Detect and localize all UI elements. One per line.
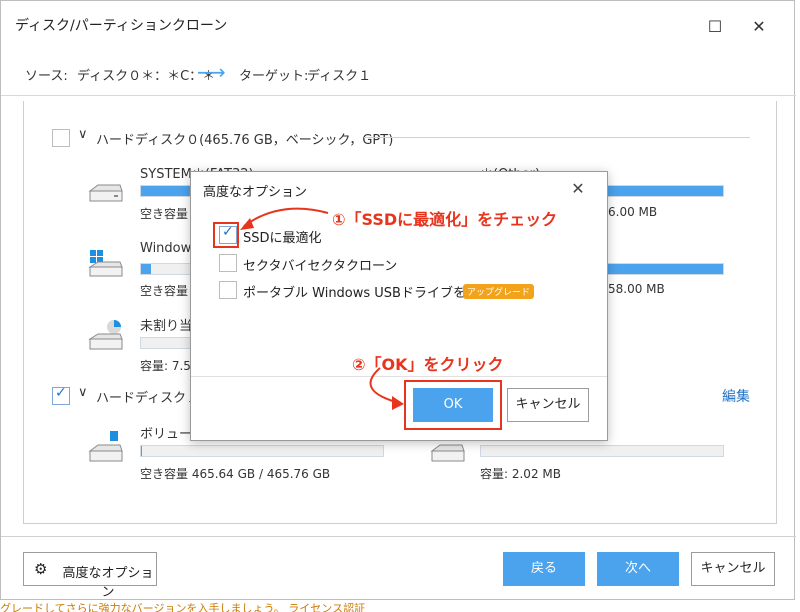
annotation-arrows xyxy=(240,207,404,410)
annotation-step1: ①「SSDに最適化」をチェック xyxy=(332,210,558,229)
annotation-step2: ②「OK」をクリック xyxy=(352,355,504,374)
